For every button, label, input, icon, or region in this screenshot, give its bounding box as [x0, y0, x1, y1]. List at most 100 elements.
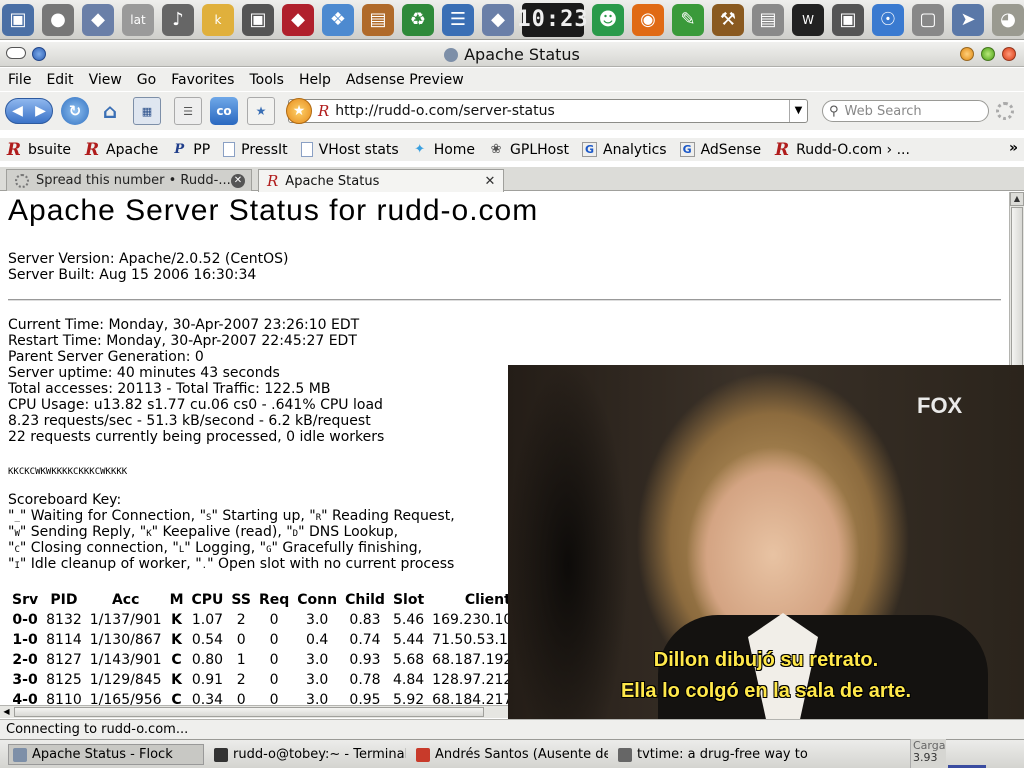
bookmark-vhost-stats[interactable]: VHost stats — [300, 142, 399, 158]
clock[interactable]: 10:23 — [517, 2, 588, 37]
tab-apache-status[interactable]: R Apache Status ✕ — [258, 169, 504, 192]
compass-icon[interactable]: ➤ — [952, 3, 984, 36]
maximize-button[interactable] — [981, 47, 995, 61]
server-built: Server Built: Aug 15 2006 16:30:34 — [8, 267, 257, 283]
table-cell: 0.54 — [191, 632, 224, 648]
tab-close-icon[interactable]: ✕ — [483, 174, 497, 189]
bookmark-pressit[interactable]: PressIt — [223, 142, 288, 158]
reload-button[interactable]: ↻ — [61, 97, 89, 125]
divider — [8, 299, 1001, 301]
computer-icon[interactable]: ▣ — [2, 3, 34, 36]
camera-icon[interactable]: ▣ — [832, 3, 864, 36]
forward-arrow-icon[interactable]: ▶ — [35, 103, 46, 119]
scanner-icon[interactable]: ▤ — [752, 3, 784, 36]
bookmark-analytics[interactable]: G Analytics — [582, 142, 667, 158]
requests-processing: 22 requests currently being processed, 0… — [8, 429, 385, 445]
tab-close-icon[interactable]: ✕ — [231, 173, 245, 188]
bookmark-manager-button[interactable]: ★ — [247, 97, 275, 125]
scroll-up-arrow-icon[interactable]: ▲ — [1010, 192, 1024, 206]
menu-go[interactable]: Go — [137, 72, 156, 88]
column-header: SS — [231, 592, 251, 608]
bookmark-adsense[interactable]: G AdSense — [679, 142, 761, 158]
messenger-icon[interactable]: ☻ — [592, 3, 624, 36]
menu-bar: File Edit View Go Favorites Tools Help A… — [0, 68, 1024, 91]
penguin-icon[interactable]: ● — [42, 3, 74, 36]
disk-icon[interactable]: ▢ — [912, 3, 944, 36]
sync-icon[interactable]: ☉ — [872, 3, 904, 36]
menu-favorites[interactable]: Favorites — [171, 72, 234, 88]
floppy-icon[interactable]: ▣ — [242, 3, 274, 36]
table-cell: 0.34 — [191, 692, 224, 705]
speaker-icon[interactable]: ♪ — [162, 3, 194, 36]
table-cell: 5.92 — [392, 692, 425, 705]
url-dropdown-icon[interactable]: ▼ — [789, 100, 807, 122]
bookmark-bsuite[interactable]: Rbsuite — [6, 140, 71, 160]
task-chat[interactable]: Andrés Santos (Ausente del or — [412, 744, 608, 765]
menu-tools[interactable]: Tools — [249, 72, 284, 88]
star-icon[interactable]: ★ — [286, 98, 312, 124]
blog-button[interactable]: co — [210, 97, 238, 125]
table-cell: 3.0 — [306, 652, 329, 668]
search-input[interactable]: ⚲ Web Search — [822, 100, 989, 122]
ruby-icon[interactable]: ◆ — [282, 3, 314, 36]
table-cell: 5.46 — [392, 612, 425, 628]
scroll-left-arrow-icon[interactable]: ◀ — [0, 706, 13, 718]
home-button[interactable]: ⌂ — [96, 97, 124, 125]
bookmarks-overflow-chevron-icon[interactable]: » — [1009, 140, 1018, 156]
bookmark-home[interactable]: ✦ Home — [412, 142, 475, 158]
firefox-icon[interactable]: ◉ — [632, 3, 664, 36]
table-cell: 5.44 — [392, 632, 425, 648]
bookmark-rudd-o[interactable]: R Rudd-O.com › ... — [774, 140, 910, 160]
wordpress-icon[interactable]: W — [792, 3, 824, 36]
horizontal-scroll-thumb[interactable] — [14, 707, 484, 717]
request-rate: 8.23 requests/sec - 51.3 kB/second - 6.2… — [8, 413, 371, 429]
back-forward-button[interactable]: ◀ ▶ — [5, 98, 53, 124]
table-cell: 0 — [236, 632, 246, 648]
scoreboard-key-line: "I" Idle cleanup of worker, "." Open slo… — [8, 556, 455, 572]
address-bar[interactable]: ★ R http://rudd-o.com/server-status ▼ — [286, 98, 808, 124]
menu-edit[interactable]: Edit — [46, 72, 73, 88]
clipping-button[interactable]: ☰ — [174, 97, 202, 125]
url-text[interactable]: http://rudd-o.com/server-status — [335, 103, 789, 119]
subtitle-line-2: Ella lo colgó en la sala de arte. — [620, 680, 912, 702]
tools-icon[interactable]: ⚒ — [712, 3, 744, 36]
task-apache-status-flock[interactable]: Apache Status - Flock — [8, 744, 204, 765]
bookmark-gplhost[interactable]: ❀ GPLHost — [488, 142, 569, 158]
equalizer-icon[interactable]: ☰ — [442, 3, 474, 36]
table-cell: 0.93 — [349, 652, 381, 668]
close-button[interactable] — [1002, 47, 1016, 61]
column-header: Acc — [111, 592, 140, 608]
table-cell: 2-0 — [12, 652, 38, 668]
horizontal-scrollbar[interactable]: ◀ — [0, 705, 508, 718]
bookmark-label: Rudd-O.com › ... — [796, 141, 910, 158]
minimize-button[interactable] — [960, 47, 974, 61]
gauge-icon[interactable]: ◕ — [992, 3, 1024, 36]
scoreboard: KKCKCWKWKKKKCKKKCWKKKK — [8, 467, 128, 477]
recycle-icon[interactable]: ♻ — [402, 3, 434, 36]
bookmark-pp[interactable]: P PP — [171, 142, 210, 158]
menu-adsense-preview[interactable]: Adsense Preview — [346, 72, 464, 88]
restart-time: Restart Time: Monday, 30-Apr-2007 22:45:… — [8, 333, 357, 349]
network-icon[interactable]: ❖ — [322, 3, 354, 36]
marker-icon[interactable]: ✎ — [672, 3, 704, 36]
diamond-icon[interactable]: ◆ — [82, 3, 114, 36]
task-terminal[interactable]: rudd-o@tobey:~ - Terminal - — [210, 744, 406, 765]
table-cell: C — [171, 652, 182, 668]
server-version: Server Version: Apache/2.0.52 (CentOS) — [8, 251, 289, 267]
task-label: Apache Status - Flock — [32, 747, 173, 762]
k-icon[interactable]: k — [202, 3, 234, 36]
lat-icon[interactable]: lat — [122, 3, 154, 36]
tvtime-video-window[interactable]: FOX Dillon dibujó su retrato. Ella lo co… — [508, 365, 1024, 739]
tab-spread-this-number[interactable]: Spread this number • Rudd-... ✕ — [6, 169, 252, 191]
menu-view[interactable]: View — [89, 72, 122, 88]
browser-status-bar: Connecting to rudd-o.com... — [0, 719, 1024, 739]
bookmark-apache[interactable]: R Apache — [84, 140, 158, 160]
menu-file[interactable]: File — [8, 72, 31, 88]
task-tvtime[interactable]: tvtime: a drug-free way to pro — [614, 744, 810, 765]
package-icon[interactable]: ▤ — [362, 3, 394, 36]
diamond2-icon[interactable]: ◆ — [482, 3, 514, 36]
feed-button[interactable]: ▦ — [133, 97, 161, 125]
top-dock: ▣●◆lat♪k▣◆❖▤♻☰◆10:23☻◉✎⚒▤W▣☉▢➤◕☺ — [0, 0, 1024, 40]
menu-help[interactable]: Help — [299, 72, 331, 88]
back-arrow-icon[interactable]: ◀ — [12, 103, 23, 119]
